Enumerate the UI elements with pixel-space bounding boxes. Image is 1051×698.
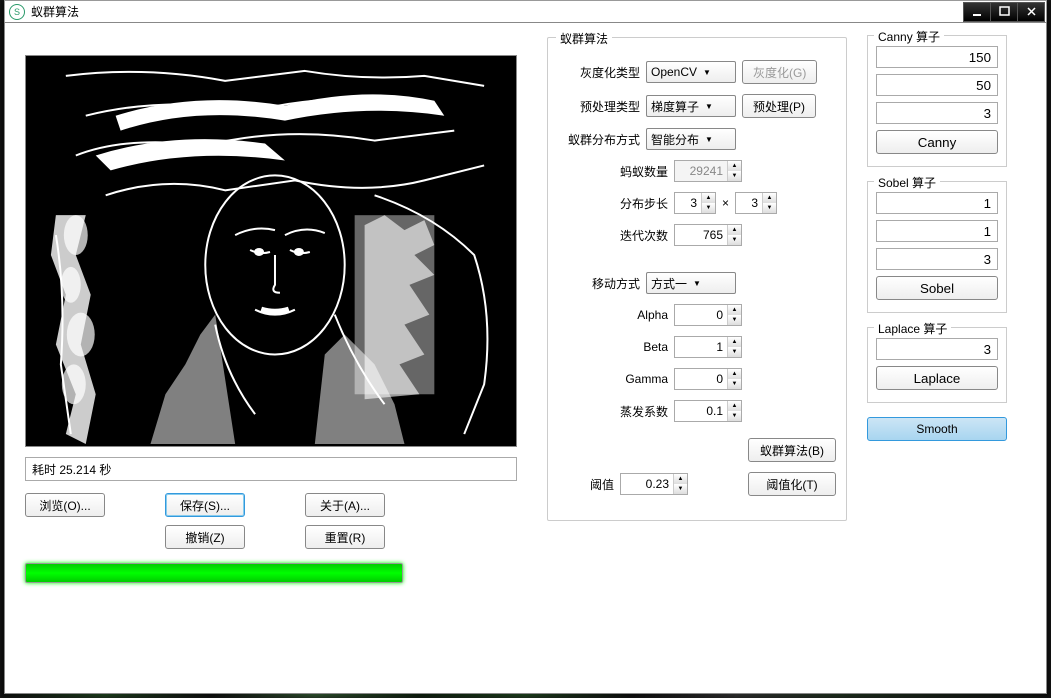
sobel-button[interactable]: Sobel	[876, 276, 998, 300]
evap-spinner[interactable]: ▲▼	[674, 400, 742, 422]
undo-button[interactable]: 撤销(Z)	[165, 525, 245, 549]
beta-spinner[interactable]: ▲▼	[674, 336, 742, 358]
thresh-spinner[interactable]: ▲▼	[620, 473, 688, 495]
title-bar: S 蚁群算法	[4, 0, 1047, 22]
move-combo[interactable]: 方式一▼	[646, 272, 736, 294]
sobel-title: Sobel 算子	[874, 174, 940, 191]
laplace-v1-input[interactable]	[876, 338, 998, 360]
preprocess-button[interactable]: 预处理(P)	[742, 94, 816, 118]
sobel-group: Sobel 算子 Sobel	[867, 181, 1007, 313]
move-label: 移动方式	[558, 275, 640, 292]
dist-combo[interactable]: 智能分布▼	[646, 128, 736, 150]
multiply-sign: ×	[722, 196, 729, 210]
about-button[interactable]: 关于(A)...	[305, 493, 385, 517]
step-x-spinner[interactable]: ▲▼	[674, 192, 716, 214]
minimize-button[interactable]	[963, 2, 991, 22]
sobel-v2-input[interactable]	[876, 220, 998, 242]
ant-count-label: 蚂蚁数量	[598, 163, 668, 180]
run-ant-button[interactable]: 蚁群算法(B)	[748, 438, 836, 462]
maximize-button[interactable]	[990, 2, 1018, 22]
gray-type-combo[interactable]: OpenCV▼	[646, 61, 736, 83]
ant-groupbox: 蚁群算法 灰度化类型 OpenCV▼ 灰度化(G) 预处理类型 梯度算子▼ 预处…	[547, 37, 847, 521]
sobel-v3-input[interactable]	[876, 248, 998, 270]
beta-label: Beta	[598, 340, 668, 354]
iter-spinner[interactable]: ▲▼	[674, 224, 742, 246]
thresh-label: 阈值	[558, 476, 614, 493]
progress-bar	[25, 563, 403, 583]
app-icon: S	[9, 4, 25, 20]
preproc-type-label: 预处理类型	[558, 98, 640, 115]
chevron-down-icon: ▼	[705, 135, 713, 144]
preproc-type-combo[interactable]: 梯度算子▼	[646, 95, 736, 117]
alpha-label: Alpha	[598, 308, 668, 322]
canny-button[interactable]: Canny	[876, 130, 998, 154]
smooth-button[interactable]: Smooth	[867, 417, 1007, 441]
chevron-down-icon: ▼	[703, 68, 711, 77]
laplace-button[interactable]: Laplace	[876, 366, 998, 390]
window-client: 耗时 25.214 秒 浏览(O)... 保存(S)... 关于(A)... 撤…	[4, 22, 1047, 694]
canny-v3-input[interactable]	[876, 102, 998, 124]
gamma-label: Gamma	[598, 372, 668, 386]
gamma-spinner[interactable]: ▲▼	[674, 368, 742, 390]
browse-button[interactable]: 浏览(O)...	[25, 493, 105, 517]
laplace-group: Laplace 算子 Laplace	[867, 327, 1007, 403]
laplace-title: Laplace 算子	[874, 320, 951, 337]
alpha-spinner[interactable]: ▲▼	[674, 304, 742, 326]
left-panel: 耗时 25.214 秒 浏览(O)... 保存(S)... 关于(A)... 撤…	[17, 35, 527, 681]
close-button[interactable]	[1017, 2, 1045, 22]
canny-v1-input[interactable]	[876, 46, 998, 68]
ant-count-spinner[interactable]: ▲▼	[674, 160, 742, 182]
ant-group-title: 蚁群算法	[556, 30, 612, 47]
gray-type-label: 灰度化类型	[558, 64, 640, 81]
middle-panel: 蚁群算法 灰度化类型 OpenCV▼ 灰度化(G) 预处理类型 梯度算子▼ 预处…	[547, 35, 847, 681]
threshold-button[interactable]: 阈值化(T)	[748, 472, 836, 496]
step-y-spinner[interactable]: ▲▼	[735, 192, 777, 214]
save-button[interactable]: 保存(S)...	[165, 493, 245, 517]
dist-label: 蚁群分布方式	[558, 131, 640, 148]
sobel-v1-input[interactable]	[876, 192, 998, 214]
step-label: 分布步长	[598, 195, 668, 212]
grayscale-button[interactable]: 灰度化(G)	[742, 60, 817, 84]
evap-label: 蒸发系数	[598, 403, 668, 420]
right-panel: Canny 算子 Canny Sobel 算子 Sobel Laplace 算子…	[867, 35, 1007, 681]
canny-v2-input[interactable]	[876, 74, 998, 96]
chevron-down-icon: ▼	[705, 102, 713, 111]
chevron-down-icon: ▼	[693, 279, 701, 288]
reset-button[interactable]: 重置(R)	[305, 525, 385, 549]
status-text: 耗时 25.214 秒	[25, 457, 517, 481]
canny-title: Canny 算子	[874, 28, 944, 45]
canny-group: Canny 算子 Canny	[867, 35, 1007, 167]
iter-label: 迭代次数	[598, 227, 668, 244]
window-title: 蚁群算法	[29, 3, 964, 20]
result-image	[25, 55, 517, 447]
